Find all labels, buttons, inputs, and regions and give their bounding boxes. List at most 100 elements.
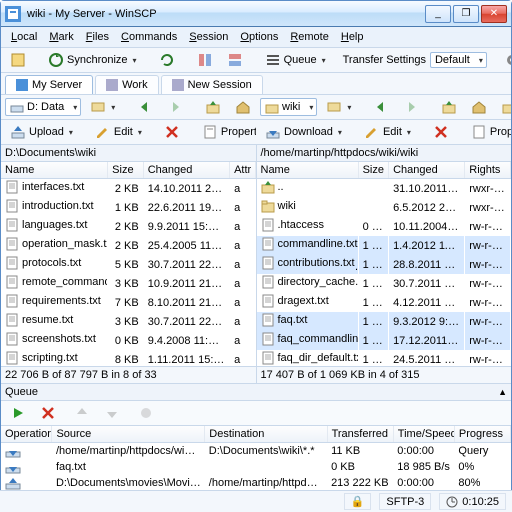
menu-options[interactable]: Options [234,29,284,45]
table-row[interactable]: dragext.txt1 KB4.12.2011 22:19:32rw-r--r… [257,293,511,312]
table-row[interactable]: protocols.txt5 KB30.7.2011 22:14:42a [1,255,255,274]
table-row[interactable]: directory_cache.txt1 KB30.7.2011 22:24:5… [257,274,511,293]
left-properties-button[interactable]: Properties [197,122,256,142]
left-back-button[interactable] [132,97,158,117]
protocol-indicator: SFTP-3 [379,493,431,510]
table-row[interactable]: introduction.txt1 KB22.6.2011 19:47:36a [1,198,255,217]
left-drive-combo[interactable]: D: Data [5,98,81,116]
column-header[interactable]: Rights [465,162,511,179]
download-button[interactable]: Download [260,122,347,142]
menu-help[interactable]: Help [335,29,370,45]
right-forward-button[interactable] [398,97,424,117]
window-title: wiki - My Server - WinSCP [27,8,425,20]
local-status: 22 706 B of 87 797 B in 8 of 33 [1,366,256,383]
close-button[interactable]: ✕ [481,5,507,23]
right-home-button[interactable] [466,97,492,117]
table-row[interactable]: remote_command…3 KB10.9.2011 21:01:44a [1,274,255,293]
queue-row[interactable]: D:\Documents\movies\Movi…/home/martinp/h… [1,475,511,491]
queue-play-button[interactable] [5,403,31,423]
column-header[interactable]: Name [257,162,359,179]
menu-mark[interactable]: Mark [43,29,79,45]
table-row[interactable]: screenshots.txt0 KB9.4.2008 11:29:58a [1,331,255,350]
address-book-button[interactable] [5,50,31,70]
right-history-button[interactable] [321,97,356,117]
table-row[interactable]: faq_commandlin…1 KB17.12.2011 11:45:36rw… [257,331,511,350]
refresh-button[interactable] [154,50,180,70]
minimize-button[interactable]: _ [425,5,451,23]
column-header[interactable]: Name [1,162,108,179]
settings-button[interactable] [499,50,511,70]
column-header[interactable]: Attr [230,162,255,179]
right-edit-button[interactable]: Edit [359,122,416,142]
transfer-settings-combo[interactable]: Default [430,52,487,68]
column-header[interactable]: Size [358,162,388,179]
column-header[interactable]: Time/Speed [393,426,454,443]
column-header[interactable]: Transferred [327,426,393,443]
queue-button[interactable]: Queue [260,50,331,70]
queue-row[interactable]: /home/martinp/httpdocs/wik…D:\Documents\… [1,443,511,460]
queue-options-button[interactable] [133,403,159,423]
session-tab[interactable]: New Session [161,75,263,94]
right-drive-combo[interactable]: wiki [260,98,317,116]
maximize-button[interactable]: ❐ [453,5,479,23]
column-header[interactable]: Size [108,162,144,179]
encryption-indicator: 🔒 [344,493,372,510]
table-row[interactable]: resume.txt3 KB30.7.2011 22:45:08a [1,312,255,331]
table-row[interactable]: faq_dir_default.txt1 KB24.5.2011 11:17:2… [257,350,511,366]
menu-local[interactable]: Local [5,29,43,45]
column-header[interactable]: Progress [454,426,510,443]
table-row[interactable]: faq.txt1 KB9.3.2012 9:09:44rw-r--r-- [257,312,511,331]
left-edit-button[interactable]: Edit [90,122,147,142]
table-row[interactable]: commandline.txt1 KB1.4.2012 11:53:47rw-r… [257,236,511,255]
right-root-button[interactable] [496,97,511,117]
right-delete-button[interactable] [428,122,454,142]
column-header[interactable]: Changed [389,162,465,179]
local-pane: D:\Documents\wiki NameSizeChangedAttrint… [1,145,257,383]
table-row[interactable]: ..31.10.2011 23:03:09rwxr-xr-x [257,179,511,199]
elapsed-time: 0:10:25 [439,493,506,510]
column-header[interactable]: Changed [143,162,229,179]
toggle-button-1[interactable] [192,50,218,70]
table-row[interactable]: .htaccess0 KB10.11.2004 21:46:46rw-r--r-… [257,217,511,236]
menu-session[interactable]: Session [183,29,234,45]
upload-button[interactable]: Upload [5,122,78,142]
local-path: D:\Documents\wiki [1,145,256,162]
queue-collapse-button[interactable]: ▲ [498,387,507,397]
titlebar: wiki - My Server - WinSCP _ ❐ ✕ [1,1,511,27]
toggle-button-2[interactable] [222,50,248,70]
right-properties-button[interactable]: Properties [466,122,511,142]
menu-files[interactable]: Files [80,29,115,45]
table-row[interactable]: contributions.txt1 KB28.8.2011 7:14:44rw… [257,255,511,274]
local-file-list[interactable]: NameSizeChangedAttrinterfaces.txt2 KB14.… [1,162,256,366]
queue-up-button[interactable] [69,403,95,423]
table-row[interactable]: interfaces.txt2 KB14.10.2011 22:02:06a [1,179,255,199]
menubar: LocalMarkFilesCommandsSessionOptionsRemo… [1,27,511,48]
queue-delete-button[interactable] [35,403,61,423]
table-row[interactable]: languages.txt2 KB9.9.2011 15:03:29a [1,217,255,236]
left-forward-button[interactable] [162,97,188,117]
right-back-button[interactable] [368,97,394,117]
column-header[interactable]: Operation [1,426,52,443]
left-delete-button[interactable] [159,122,185,142]
left-home-button[interactable] [230,97,256,117]
table-row[interactable]: scripting.txt8 KB1.11.2011 15:19:57a [1,350,255,366]
remote-file-list[interactable]: NameSizeChangedRights..31.10.2011 23:03:… [257,162,512,366]
left-nav-toolbar: D: Data [1,95,256,120]
right-up-button[interactable] [436,97,462,117]
left-history-button[interactable] [85,97,120,117]
synchronize-button[interactable]: Synchronize [43,50,142,70]
table-row[interactable]: operation_mask.txt2 KB25.4.2005 11:35:48… [1,236,255,255]
table-row[interactable]: requirements.txt7 KB8.10.2011 21:24:34a [1,293,255,312]
queue-row[interactable]: faq.txt0 KB18 985 B/s0% [1,459,511,475]
left-up-button[interactable] [200,97,226,117]
queue-down-button[interactable] [99,403,125,423]
column-header[interactable]: Destination [205,426,327,443]
menu-remote[interactable]: Remote [284,29,335,45]
session-tab[interactable]: My Server [5,75,93,94]
column-header[interactable]: Source [52,426,205,443]
main-toolbar: Synchronize Queue Transfer Settings Defa… [1,48,511,73]
menu-commands[interactable]: Commands [115,29,183,45]
session-tab[interactable]: Work [95,75,158,94]
table-row[interactable]: wiki6.5.2012 21:46:54rwxr-xr-x [257,198,511,217]
transfer-settings-label: Transfer Settings [343,54,426,66]
